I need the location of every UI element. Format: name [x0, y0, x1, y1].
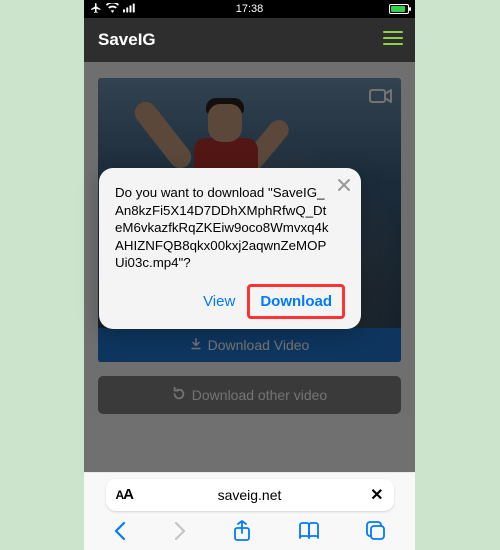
- close-icon[interactable]: [337, 178, 351, 197]
- status-bar: 17:38: [84, 0, 415, 18]
- reader-aa-icon[interactable]: AA: [116, 486, 134, 503]
- back-icon[interactable]: [113, 521, 127, 546]
- alert-message: Do you want to download "SaveIG_An8kzFi5…: [115, 184, 345, 272]
- status-right: [389, 4, 409, 14]
- menu-icon[interactable]: [383, 30, 403, 51]
- status-left: [90, 2, 136, 17]
- wifi-icon: [106, 3, 119, 16]
- bookmarks-icon[interactable]: [298, 522, 320, 545]
- app-header: SaveIG: [84, 18, 415, 62]
- battery-icon: [389, 4, 409, 14]
- share-icon[interactable]: [233, 520, 251, 547]
- forward-icon[interactable]: [173, 521, 187, 546]
- app-title: SaveIG: [98, 30, 156, 50]
- clear-url-icon[interactable]: ✕: [370, 485, 383, 505]
- browser-url-bar-container: AA saveig.net ✕: [84, 472, 415, 516]
- browser-toolbar: [84, 516, 415, 550]
- browser-url-bar[interactable]: AA saveig.net ✕: [106, 479, 394, 511]
- status-time: 17:38: [236, 3, 264, 15]
- download-alert: Do you want to download "SaveIG_An8kzFi5…: [99, 168, 361, 329]
- signal-icon: [123, 3, 136, 16]
- tabs-icon[interactable]: [366, 521, 386, 546]
- view-button[interactable]: View: [199, 287, 239, 316]
- url-text: saveig.net: [218, 487, 282, 503]
- airplane-icon: [90, 2, 102, 17]
- download-button-highlight: Download: [247, 284, 345, 319]
- download-button[interactable]: Download: [252, 289, 340, 314]
- alert-actions: View Download: [115, 284, 345, 319]
